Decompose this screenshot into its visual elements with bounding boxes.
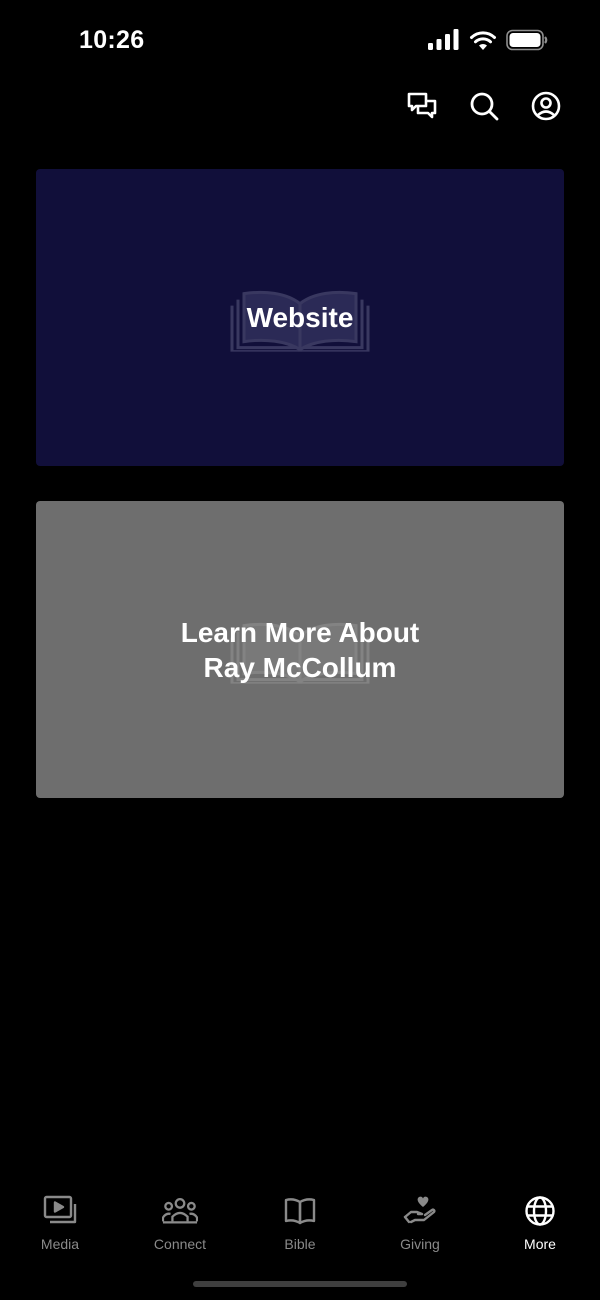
search-icon[interactable] bbox=[468, 90, 500, 122]
media-icon bbox=[42, 1193, 78, 1229]
tab-giving-label: Giving bbox=[400, 1236, 440, 1252]
home-indicator bbox=[193, 1281, 407, 1287]
tab-bar: Media Connect Bible Giving More bbox=[0, 1180, 600, 1270]
signal-icon bbox=[428, 29, 460, 56]
tab-media-label: Media bbox=[40, 1236, 80, 1252]
tab-giving[interactable]: Giving bbox=[360, 1180, 480, 1270]
learn-more-card-title: Learn More About Ray McCollum bbox=[180, 616, 420, 683]
learn-more-card[interactable]: Learn More About Ray McCollum bbox=[36, 501, 564, 798]
book-icon bbox=[282, 1193, 318, 1229]
wifi-icon bbox=[469, 29, 497, 56]
header-actions bbox=[406, 90, 562, 122]
tab-bible[interactable]: Bible bbox=[240, 1180, 360, 1270]
tab-media[interactable]: Media bbox=[0, 1180, 120, 1270]
website-card[interactable]: Website bbox=[36, 169, 564, 466]
status-icons bbox=[428, 29, 548, 56]
tab-connect-label: Connect bbox=[153, 1236, 207, 1252]
profile-icon[interactable] bbox=[530, 90, 562, 122]
tab-more-label: More bbox=[524, 1236, 556, 1252]
chat-icon[interactable] bbox=[406, 90, 438, 122]
status-time: 10:26 bbox=[79, 26, 145, 54]
people-icon bbox=[162, 1193, 198, 1229]
battery-icon bbox=[506, 29, 548, 56]
status-bar: 10:26 bbox=[0, 0, 600, 80]
giving-hand-icon bbox=[402, 1193, 438, 1229]
tab-more[interactable]: More bbox=[480, 1180, 600, 1270]
tab-connect[interactable]: Connect bbox=[120, 1180, 240, 1270]
website-card-title: Website bbox=[246, 302, 354, 333]
globe-icon bbox=[522, 1193, 558, 1229]
tab-bible-label: Bible bbox=[284, 1236, 316, 1252]
